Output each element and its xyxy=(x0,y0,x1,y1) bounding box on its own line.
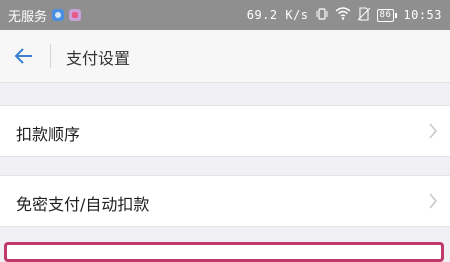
app-notification-icon xyxy=(52,9,65,21)
battery-level: 86 xyxy=(376,8,395,22)
net-speed: 69.2 K/s xyxy=(246,8,309,22)
clock: 10:53 xyxy=(403,8,442,22)
carrier-label: 无服务 xyxy=(8,9,48,25)
header-divider xyxy=(50,44,51,68)
highlighted-row[interactable] xyxy=(4,242,444,262)
settings-row-deduction-order[interactable]: 扣款顺序 xyxy=(0,105,450,157)
settings-row-password-free-pay[interactable]: 免密支付/自动扣款 xyxy=(0,175,450,227)
header: 支付设置 xyxy=(0,30,450,83)
back-arrow-icon xyxy=(14,48,32,64)
row-label: 扣款顺序 xyxy=(16,125,81,144)
row-label: 免密支付/自动扣款 xyxy=(16,195,150,214)
wifi-icon xyxy=(335,7,351,23)
chevron-right-icon xyxy=(429,123,438,139)
no-sim-icon xyxy=(357,6,371,24)
app-notification-icon-2 xyxy=(69,9,82,21)
chevron-right-icon xyxy=(429,193,438,209)
status-left: 无服务 xyxy=(8,6,82,25)
page-title: 支付设置 xyxy=(66,49,131,68)
status-right: 69.2 K/s 86 10:53 xyxy=(246,6,442,24)
vibrate-icon xyxy=(315,7,329,24)
status-bar: 无服务 69.2 K/s 86 10:53 xyxy=(0,0,450,30)
battery-icon: 86 xyxy=(376,8,398,22)
back-button[interactable] xyxy=(8,40,40,72)
